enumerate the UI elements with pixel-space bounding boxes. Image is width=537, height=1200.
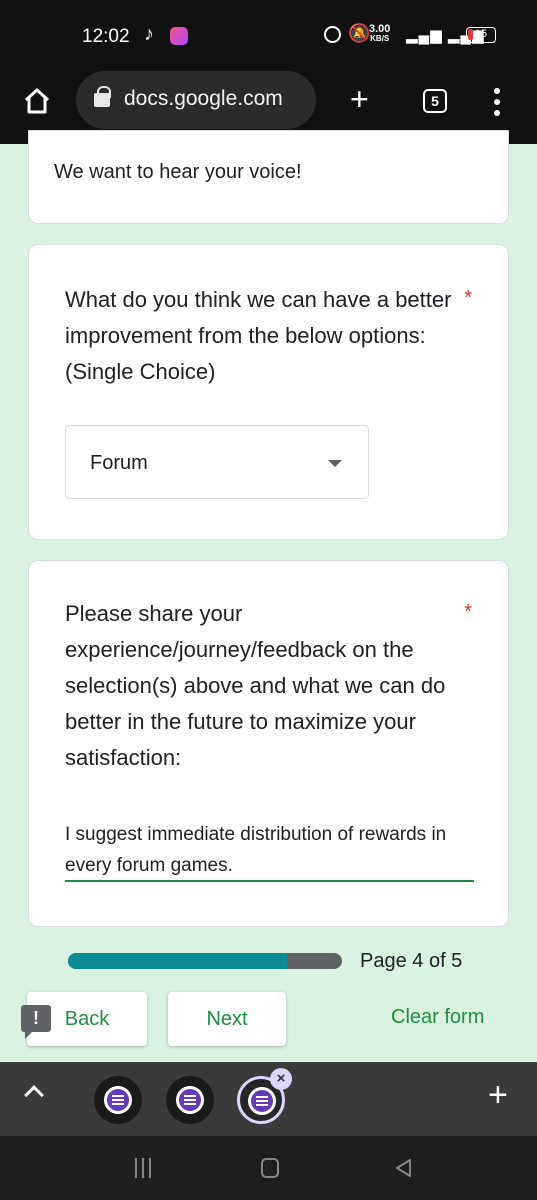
plus-icon[interactable]: + [488,1078,508,1112]
improvement-dropdown[interactable]: Forum [65,425,369,499]
chevron-up-icon[interactable] [24,1085,44,1105]
question-card-feedback: Please share your experience/journey/fee… [28,560,509,927]
url-text: docs.google.com [124,87,283,110]
tiktok-icon: ♪ [144,23,154,45]
google-forms-icon [176,1086,204,1114]
page-indicator: Page 4 of 5 [360,950,463,972]
network-speed: 3.00 KB/S [369,24,390,44]
progress-bar [68,953,342,969]
form-description: We want to hear your voice! [54,161,302,183]
caret-down-icon [328,460,342,467]
mute-icon: 🔕 [348,23,371,43]
system-nav-bar [0,1136,537,1200]
google-forms-icon [104,1086,132,1114]
lock-icon [94,86,111,107]
dropdown-selected-value: Forum [90,452,148,474]
forms-bubble[interactable] [94,1076,142,1124]
app-notification-icon [170,27,188,45]
forms-bubble[interactable] [166,1076,214,1124]
alarm-icon [324,26,341,43]
feedback-textarea[interactable]: I suggest immediate distribution of rewa… [65,819,475,881]
required-mark: * [464,601,472,623]
next-button[interactable]: Next [168,992,286,1046]
home-icon[interactable] [22,86,52,116]
battery-icon: 15 [466,27,496,43]
question-title: Please share your experience/journey/fee… [65,601,446,770]
textarea-underline [65,880,474,882]
close-icon[interactable]: × [270,1068,292,1090]
home-nav-icon[interactable] [261,1158,279,1178]
clear-form-button[interactable]: Clear form [391,1006,484,1029]
required-mark: * [464,287,472,309]
recents-icon[interactable] [133,1158,153,1178]
network-speed-unit: KB/S [370,34,390,43]
back-nav-icon[interactable] [394,1158,414,1178]
report-icon[interactable]: ! [21,1005,51,1039]
bubble-tray: × + [0,1062,537,1136]
new-tab-button[interactable]: + [350,83,369,115]
tab-switcher-button[interactable]: 5 [423,89,447,113]
progress-bar-fill [68,953,288,969]
status-bar: 12:02 ♪ 🔕 3.00 KB/S ▂▄▆ ▂▄▆ 15 [0,0,537,70]
address-bar[interactable]: docs.google.com [76,71,316,129]
more-vertical-icon[interactable] [486,86,506,118]
form-description-card: We want to hear your voice! [28,130,509,224]
question-card-improvement: What do you think we can have a better i… [28,244,509,540]
question-title: What do you think we can have a better i… [65,287,452,384]
status-time: 12:02 [82,26,130,47]
google-forms-icon [248,1087,276,1115]
